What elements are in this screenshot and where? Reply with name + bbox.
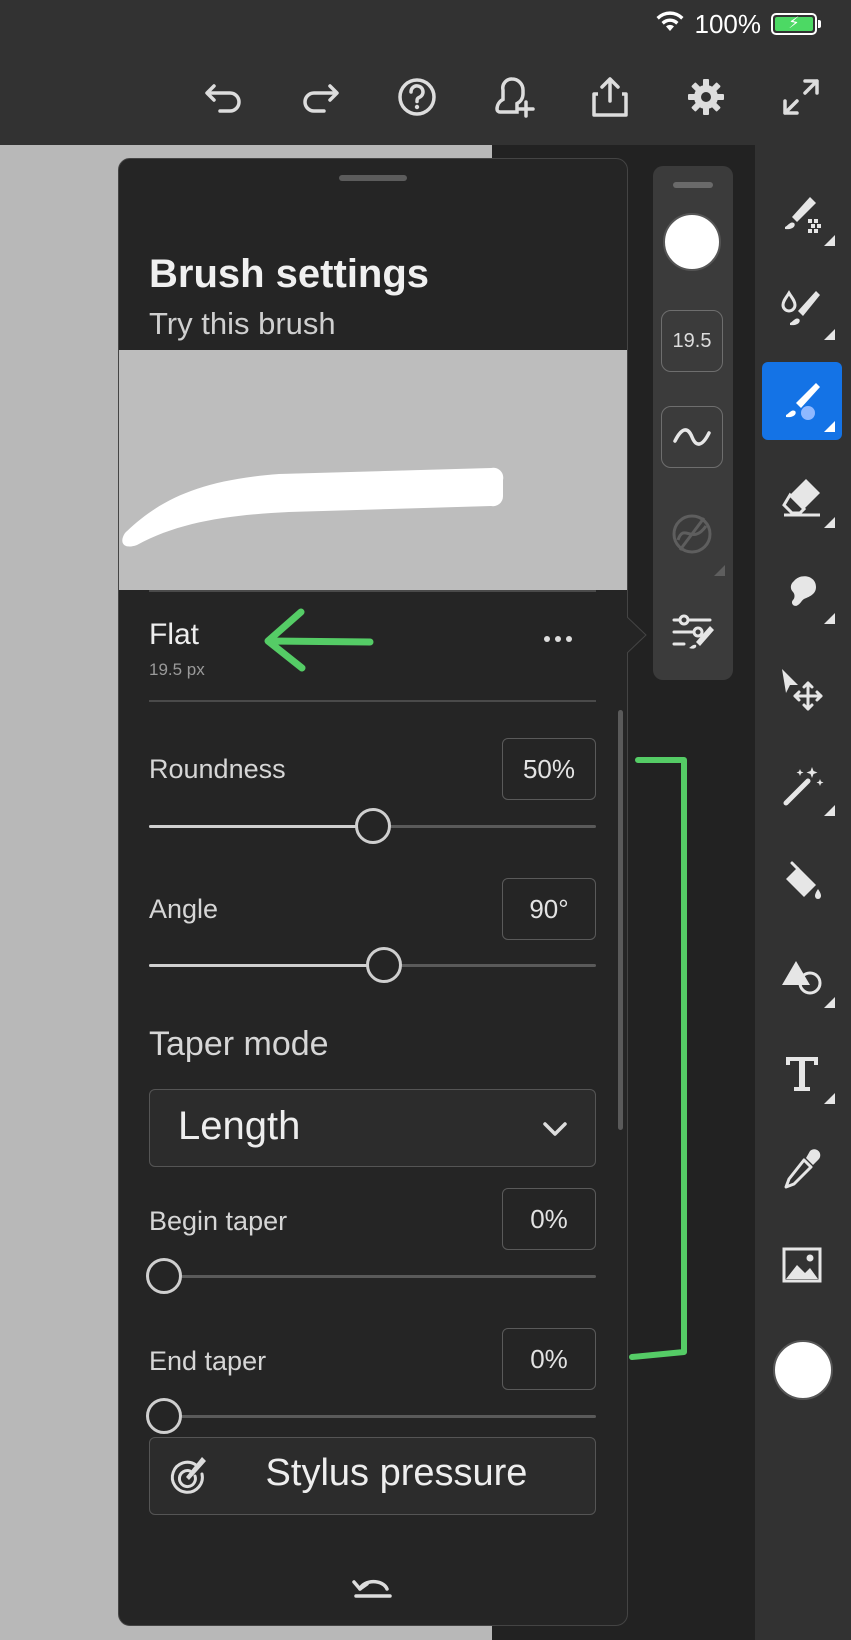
watercolor-brush-icon bbox=[781, 290, 820, 326]
taper-mode-value: Length bbox=[178, 1104, 301, 1148]
chevron-down-icon bbox=[543, 1122, 567, 1136]
panel-drag-handle[interactable] bbox=[339, 175, 407, 181]
begin-taper-value[interactable]: 0% bbox=[502, 1188, 596, 1250]
tool-magic-wand[interactable] bbox=[762, 746, 842, 824]
tool-image[interactable] bbox=[762, 1226, 842, 1304]
wave-icon bbox=[673, 428, 711, 446]
brush-stroke-preview bbox=[122, 467, 504, 547]
end-taper-label: End taper bbox=[149, 1346, 267, 1376]
battery-icon: ⚡ bbox=[771, 13, 821, 35]
tool-move[interactable] bbox=[762, 650, 842, 728]
preview-label: Try this brush bbox=[149, 306, 336, 341]
help-icon[interactable] bbox=[392, 72, 442, 122]
tool-shape[interactable] bbox=[762, 938, 842, 1016]
angle-label: Angle bbox=[149, 894, 219, 924]
stylus-pressure-label: Stylus pressure bbox=[265, 1452, 528, 1494]
eyedropper-icon bbox=[784, 1149, 821, 1189]
eraser-icon bbox=[782, 479, 820, 517]
tool-fill[interactable] bbox=[762, 842, 842, 920]
tool-text[interactable] bbox=[762, 1034, 842, 1112]
battery-percent: 100% bbox=[694, 8, 762, 39]
tool-watercolor[interactable] bbox=[762, 270, 842, 348]
shape-icon bbox=[782, 961, 822, 995]
panel-pointer bbox=[624, 614, 647, 656]
tool-brush-pattern[interactable] bbox=[762, 176, 842, 254]
invite-icon[interactable] bbox=[489, 72, 539, 122]
begin-taper-label: Begin taper bbox=[149, 1206, 288, 1236]
tool-eraser[interactable] bbox=[762, 458, 842, 536]
begin-taper-slider[interactable] bbox=[149, 1275, 596, 1278]
wifi-icon bbox=[655, 9, 685, 40]
roundness-value[interactable]: 50% bbox=[502, 738, 596, 800]
settings-icon[interactable] bbox=[681, 72, 731, 122]
fullscreen-icon[interactable] bbox=[776, 72, 826, 122]
brush-size-button[interactable]: 19.5 bbox=[661, 310, 723, 372]
begin-taper-slider-thumb[interactable] bbox=[146, 1258, 182, 1294]
ellipsis-icon bbox=[544, 636, 572, 642]
mini-panel-handle[interactable] bbox=[673, 182, 713, 188]
end-taper-slider[interactable] bbox=[149, 1415, 596, 1418]
status-bar: 100% ⚡ bbox=[655, 6, 821, 42]
brush-preview-area[interactable] bbox=[119, 350, 627, 590]
tool-brush-active[interactable] bbox=[762, 362, 842, 440]
tool-smudge[interactable] bbox=[762, 554, 842, 632]
pattern-brush-icon bbox=[785, 197, 821, 233]
taper-mode-heading: Taper mode bbox=[149, 1025, 329, 1063]
end-taper-value[interactable]: 0% bbox=[502, 1328, 596, 1390]
panel-scrollbar[interactable] bbox=[618, 710, 623, 1130]
magic-wand-icon bbox=[783, 767, 824, 806]
text-icon bbox=[786, 1057, 818, 1091]
panel-title: Brush settings bbox=[149, 252, 430, 296]
brush-icon bbox=[786, 383, 820, 420]
pressure-disabled-icon bbox=[668, 510, 716, 558]
redo-icon[interactable] bbox=[295, 72, 345, 122]
share-icon[interactable] bbox=[585, 72, 635, 122]
divider bbox=[149, 590, 596, 592]
roundness-slider-thumb[interactable] bbox=[354, 808, 391, 844]
angle-value[interactable]: 90° bbox=[502, 878, 596, 940]
brush-settings-toggle-icon[interactable] bbox=[670, 612, 716, 652]
end-taper-slider-thumb[interactable] bbox=[146, 1398, 182, 1434]
move-icon bbox=[782, 669, 823, 711]
roundness-label: Roundness bbox=[149, 754, 286, 784]
divider bbox=[149, 700, 596, 702]
undo-icon[interactable] bbox=[199, 72, 249, 122]
reset-icon[interactable] bbox=[350, 1568, 396, 1604]
brush-size-label: 19.5 px bbox=[149, 660, 205, 679]
image-icon bbox=[782, 1247, 822, 1283]
smudge-icon bbox=[790, 576, 816, 606]
smoothing-button[interactable] bbox=[661, 406, 723, 468]
more-options-button[interactable] bbox=[538, 624, 578, 654]
paint-bucket-icon bbox=[786, 861, 821, 899]
mini-color-swatch[interactable] bbox=[663, 213, 721, 271]
angle-slider-thumb[interactable] bbox=[365, 947, 402, 983]
pressure-corner bbox=[714, 565, 725, 576]
tool-eyedropper[interactable] bbox=[762, 1130, 842, 1208]
brush-name: Flat bbox=[149, 618, 200, 651]
color-swatch[interactable] bbox=[773, 1340, 833, 1400]
